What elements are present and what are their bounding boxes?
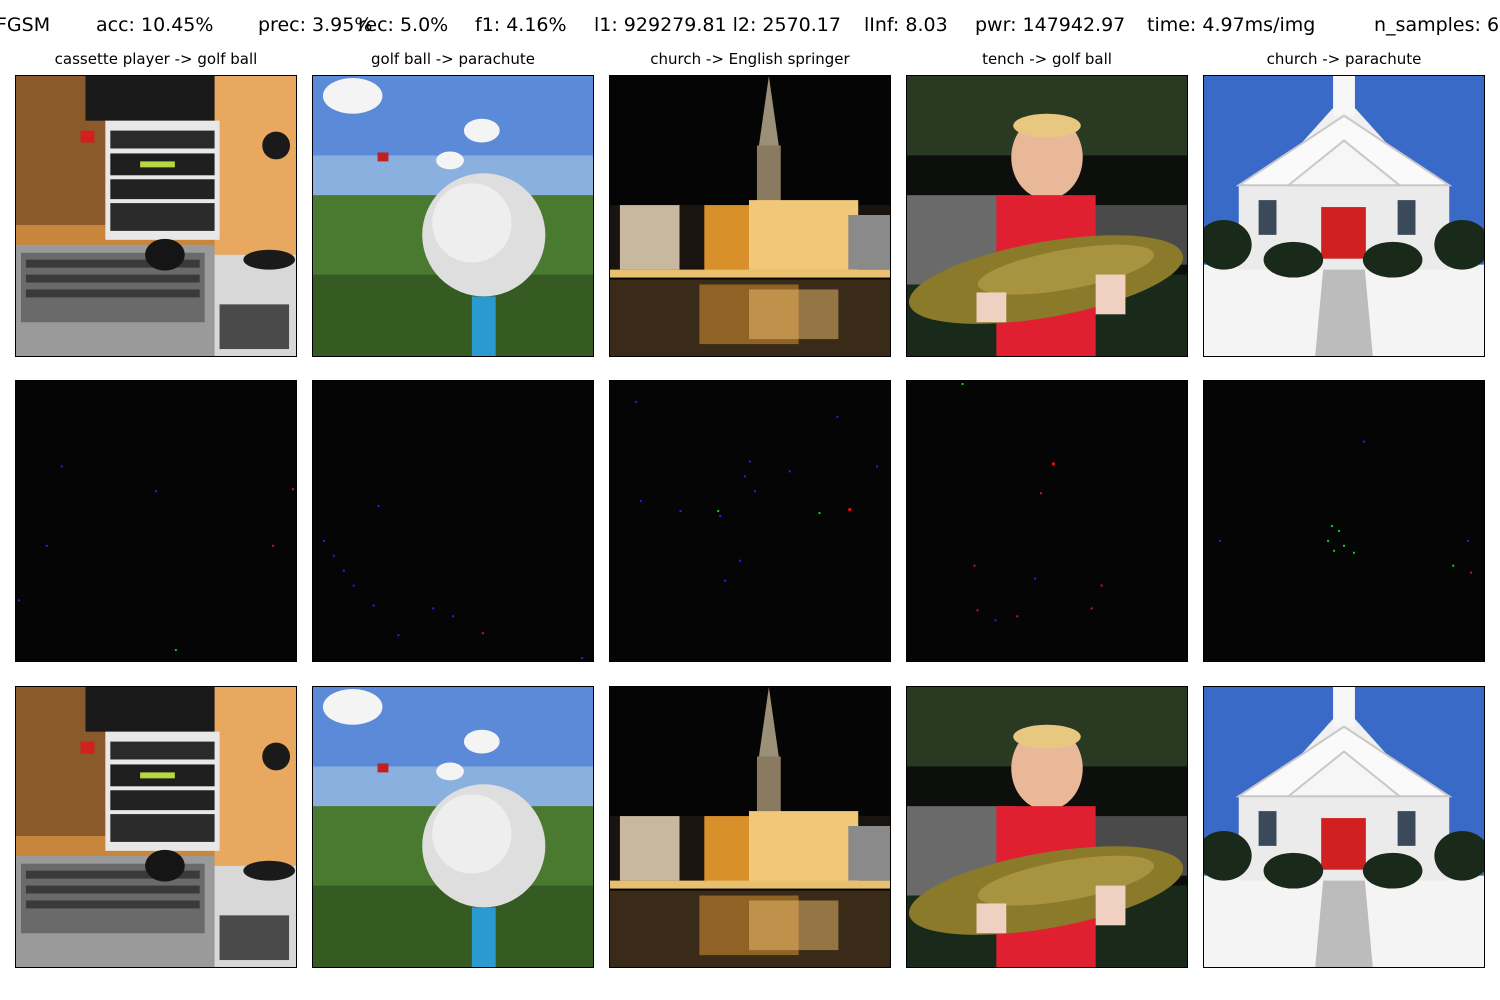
column-title-2: golf ball -> parachute [371,50,535,68]
sample-count-stat: n_samples: 6 [1374,14,1500,36]
power-stat: pwr: 147942.97 [975,14,1126,36]
perturbation-map-4 [906,380,1188,662]
f1-stat: f1: 4.16% [475,14,567,36]
linf-stat: lInf: 8.03 [864,14,948,36]
perturbation-map-5 [1203,380,1485,662]
original-image-tench [906,75,1188,357]
adversarial-image-golf-ball [312,686,594,968]
adversarial-image-white-church [1203,686,1485,968]
original-image-cassette-player [15,75,297,357]
column-title-5: church -> parachute [1266,50,1422,68]
original-image-golf-ball [312,75,594,357]
perturbation-map-2 [312,380,594,662]
recall-stat: rec: 5.0% [358,14,449,36]
adversarial-image-church-night [609,686,891,968]
accuracy-stat: acc: 10.45% [96,14,214,36]
l1-l2-stat: l1: 929279.81 l2: 2570.17 [594,14,841,36]
adversarial-image-tench [906,686,1188,968]
precision-stat: prec: 3.95% [258,14,373,36]
original-image-white-church [1203,75,1485,357]
column-title-3: church -> English springer [650,50,850,68]
original-image-church-night [609,75,891,357]
time-stat: time: 4.97ms/img [1147,14,1316,36]
column-title-1: cassette player -> golf ball [54,50,258,68]
perturbation-map-1 [15,380,297,662]
figure-suptitle: FGSM acc: 10.45% prec: 3.95% rec: 5.0% f… [0,14,1500,40]
method-name: FGSM [0,14,51,36]
perturbation-map-3 [609,380,891,662]
adversarial-image-cassette-player [15,686,297,968]
column-title-4: tench -> golf ball [982,50,1112,68]
